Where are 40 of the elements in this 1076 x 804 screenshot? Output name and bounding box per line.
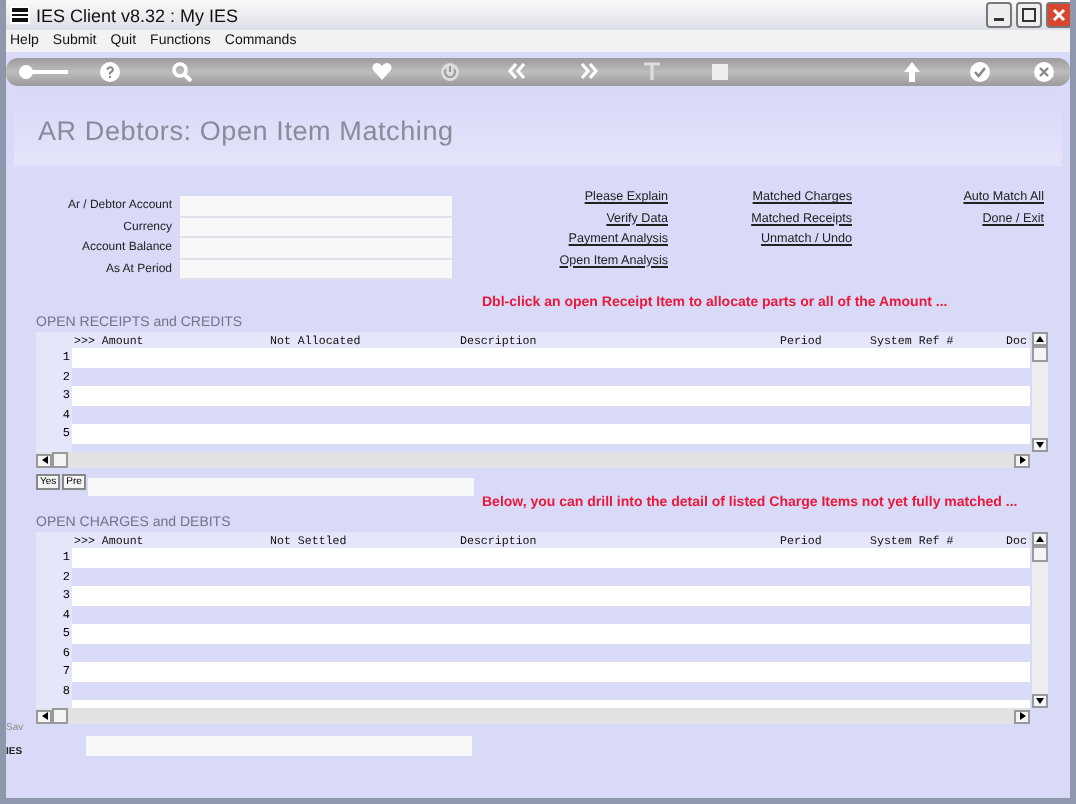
app-icon [10,6,30,24]
up-arrow-icon[interactable] [1036,336,1044,342]
input-field[interactable] [180,217,452,238]
left-arrow-icon[interactable] [41,712,47,720]
input-field[interactable] [87,477,474,495]
back-icon[interactable] [508,62,528,80]
horizontal-scrollbar[interactable] [36,452,1030,468]
right-arrow-icon[interactable] [1019,456,1025,464]
key-icon[interactable] [18,64,70,80]
scroll-thumb[interactable] [1032,346,1048,362]
minimize-button[interactable] [986,2,1012,28]
scroll-thumb[interactable] [52,708,68,724]
input-field[interactable] [86,736,472,756]
maximize-button[interactable] [1016,2,1042,28]
left-arrow-icon[interactable] [41,456,47,464]
help-icon[interactable] [100,62,120,82]
maximize-icon [1022,8,1036,22]
input-field[interactable] [180,238,452,259]
scroll-thumb[interactable] [1032,546,1048,562]
vertical-scrollbar[interactable] [1032,332,1048,452]
heart-icon[interactable] [372,62,392,80]
power-icon[interactable] [440,62,460,82]
horizontal-scrollbar[interactable] [36,708,1030,724]
vertical-scrollbar[interactable] [1032,532,1048,708]
input-field[interactable] [180,196,452,217]
page-title: AR Debtors: Open Item Matching [38,115,454,145]
close-icon[interactable] [1034,62,1054,82]
up-arrow-icon[interactable] [1036,536,1044,542]
close-button[interactable] [1046,2,1070,28]
down-arrow-icon[interactable] [1036,442,1044,448]
input-field[interactable] [180,259,452,280]
forward-icon[interactable] [578,62,598,80]
search-icon[interactable] [172,62,192,82]
close-icon [1052,8,1066,22]
down-arrow-icon[interactable] [1036,698,1044,704]
right-arrow-icon[interactable] [1019,712,1025,720]
check-icon[interactable] [970,62,990,82]
window-title: IES Client v8.32 : My IES [36,5,239,25]
scroll-thumb[interactable] [52,452,68,468]
tee-icon[interactable] [644,62,660,80]
